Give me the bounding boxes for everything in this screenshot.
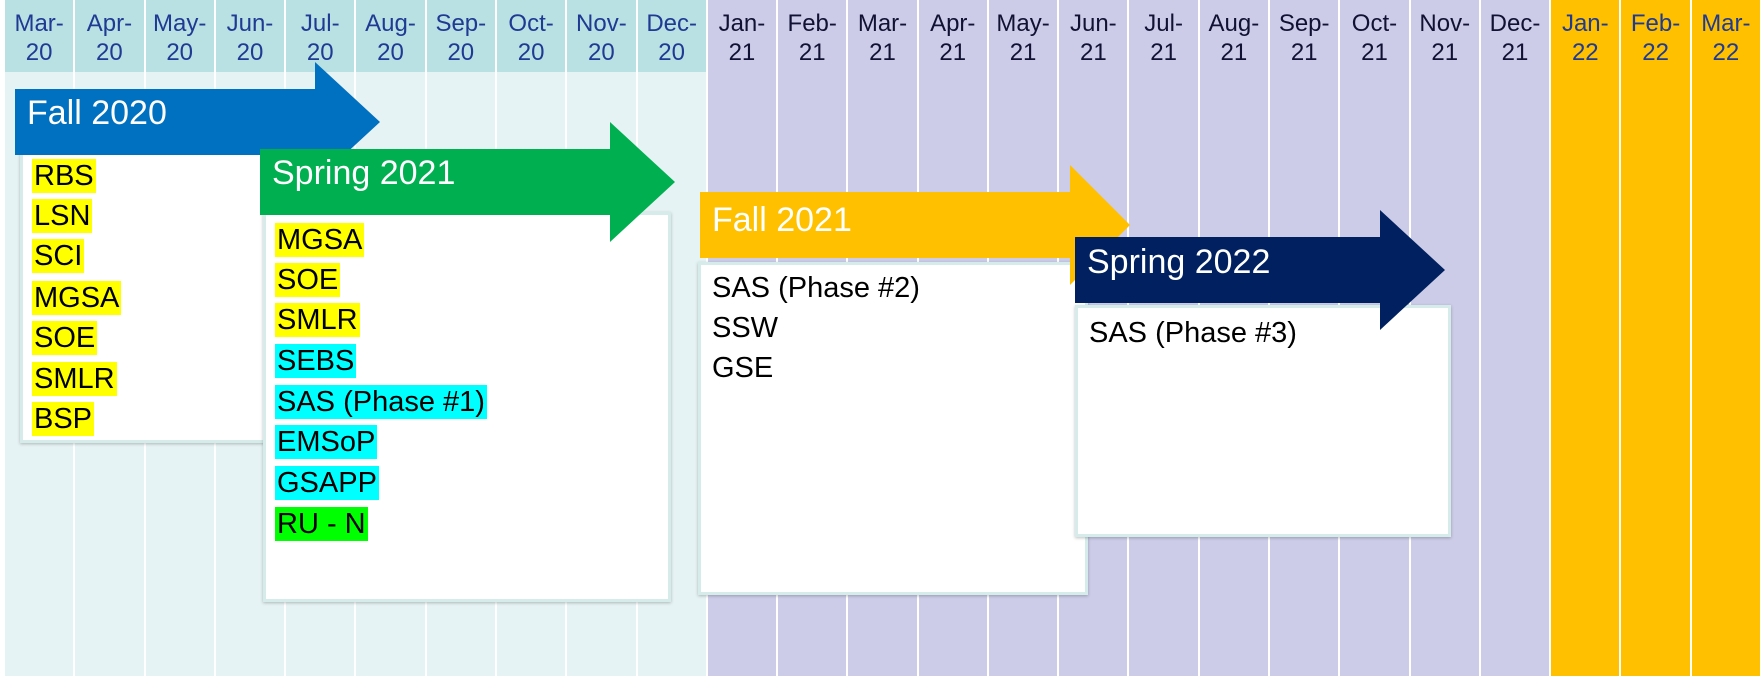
spring-2021-item: RU - N [275, 507, 368, 541]
year-label: 20 [658, 39, 685, 66]
fall-2020-box: RBS LSN SCI MGSA SOE SMLR BSP [20, 148, 270, 443]
month-label: Aug- [1208, 10, 1260, 37]
spring-2022-box: SAS (Phase #3) [1075, 305, 1451, 537]
spring-2021-item: SAS (Phase #1) [275, 385, 487, 419]
month-header: May- 21 [988, 0, 1058, 72]
year-label: 20 [588, 39, 615, 66]
fall-2021-item: SAS (Phase #2) [712, 272, 920, 304]
month-header: Mar- 21 [848, 0, 917, 72]
month-header: Jan- 21 [707, 0, 777, 72]
spring-2021-item: SEBS [275, 344, 357, 378]
month-header: Feb- 21 [778, 0, 847, 72]
month-label: Jul- [1144, 10, 1183, 37]
spring-2022-title: Spring 2022 [1087, 243, 1271, 281]
year-label: 22 [1571, 39, 1599, 66]
month-label: Mar- [14, 10, 64, 37]
year-label: 21 [1431, 39, 1459, 66]
month-label: Sep- [435, 10, 487, 37]
month-label: Feb- [787, 10, 837, 37]
month-header: Oct- 21 [1340, 0, 1409, 72]
fall-2021-title: Fall 2021 [712, 201, 852, 239]
spring-2021-item: SOE [275, 263, 341, 297]
fall-2020-item: SMLR [32, 362, 117, 396]
month-label: Nov- [576, 10, 627, 37]
year-label: 21 [1290, 39, 1318, 66]
month-label: Oct- [1351, 10, 1398, 37]
month-label: May- [996, 10, 1050, 37]
year-label: 21 [869, 39, 896, 66]
spring-2022-item: SAS (Phase #3) [1089, 317, 1297, 349]
month-header: Dec- 20 [637, 0, 706, 72]
year-label: 21 [1501, 39, 1529, 66]
month-header: Oct- 20 [496, 0, 566, 72]
month-label: Nov- [1419, 10, 1471, 37]
year-label: 22 [1642, 39, 1669, 66]
month-header: Sep- 21 [1270, 0, 1339, 72]
fall-2021-box: SAS (Phase #2) SSW GSE [698, 262, 1088, 595]
month-column: Dec- 21 [1480, 0, 1552, 676]
month-header: Apr- 21 [918, 0, 987, 72]
month-header: Jan- 22 [1551, 0, 1620, 72]
year-label: 21 [798, 39, 826, 66]
spring-2021-item: SMLR [275, 303, 360, 337]
month-header: Mar- 22 [1691, 0, 1760, 72]
month-label: Jul- [300, 10, 340, 37]
month-label: Mar- [857, 10, 908, 37]
fall-2020-item: BSP [32, 402, 95, 436]
month-header: Jul- 21 [1129, 0, 1198, 72]
year-label: 20 [447, 39, 475, 66]
year-label: 21 [1361, 39, 1388, 66]
month-label: Jan- [718, 10, 766, 37]
month-label: Jun- [1069, 10, 1117, 37]
month-label: Jun- [226, 10, 274, 37]
month-column: Jan- 22 [1551, 0, 1622, 676]
month-label: Mar- [1701, 10, 1751, 37]
month-label: Jan- [1561, 10, 1609, 37]
year-label: 22 [1712, 39, 1740, 66]
year-label: 21 [1150, 39, 1177, 66]
month-header: Nov- 21 [1410, 0, 1479, 72]
year-label: 21 [1079, 39, 1107, 66]
spring-2021-box: MGSA SOE SMLR SEBS SAS (Phase #1) EMSoP … [263, 212, 671, 602]
month-label: Sep- [1278, 10, 1330, 37]
month-header: Dec- 21 [1480, 0, 1550, 72]
fall-2021-item: GSE [712, 352, 774, 384]
fall-2020-item: RBS [32, 159, 96, 193]
fall-2020-item: SCI [32, 239, 85, 273]
month-column: Feb- 22 [1621, 0, 1692, 676]
year-label: 21 [1009, 39, 1037, 66]
month-header: Jun- 21 [1059, 0, 1128, 72]
month-label: Dec- [1489, 10, 1541, 37]
month-label: Feb- [1630, 10, 1681, 37]
month-label: Aug- [365, 10, 416, 37]
spring-2021-item: GSAPP [275, 466, 379, 500]
month-label: Apr- [86, 10, 133, 37]
month-column: Mar- 22 [1691, 0, 1762, 676]
fall-2020-item: SOE [32, 321, 98, 355]
year-label: 21 [939, 39, 967, 66]
spring-2021-title: Spring 2021 [272, 154, 456, 192]
fall-2020-title: Fall 2020 [27, 94, 167, 132]
month-label: May- [153, 10, 207, 37]
fall-2021-item: SSW [712, 312, 779, 344]
year-label: 20 [517, 39, 545, 66]
fall-2020-item: MGSA [32, 281, 122, 315]
month-header: Feb- 22 [1621, 0, 1690, 72]
year-label: 21 [1220, 39, 1248, 66]
spring-2021-item: MGSA [275, 223, 365, 257]
month-header: Nov- 20 [567, 0, 636, 72]
fall-2020-item: LSN [32, 199, 93, 233]
month-header: Sep- 20 [426, 0, 495, 72]
month-label: Apr- [930, 10, 976, 37]
year-label: 21 [728, 39, 756, 66]
month-label: Dec- [646, 10, 697, 37]
month-label: Oct- [508, 10, 554, 37]
month-header: Aug- 21 [1199, 0, 1269, 72]
spring-2021-item: EMSoP [275, 425, 378, 459]
